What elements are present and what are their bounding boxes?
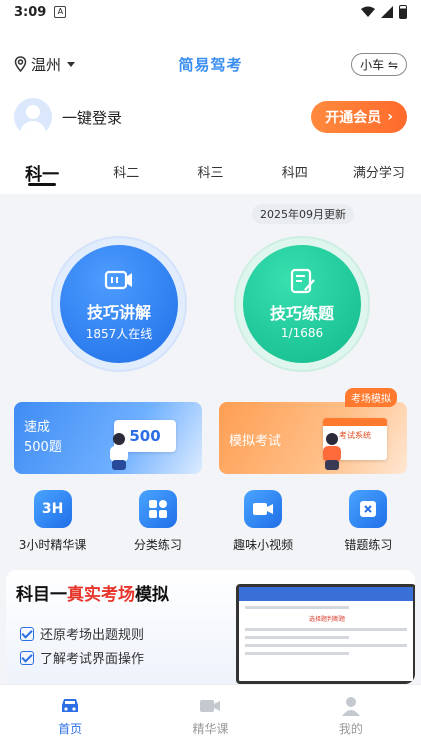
- promo-line-1-text: 还原考场出题规则: [40, 628, 145, 643]
- checkbox-icon: [20, 650, 34, 665]
- nav-essence-label: 精华课: [192, 722, 229, 736]
- fun-videos-label: 趣味小视频: [233, 538, 294, 552]
- location-label: 温州: [31, 55, 62, 74]
- update-badge: 2025年09月更新: [252, 204, 354, 224]
- one-click-login[interactable]: 一键登录: [62, 107, 122, 128]
- screen-row: [245, 652, 350, 655]
- video-icon: [200, 700, 221, 712]
- fun-videos[interactable]: 趣味小视频: [211, 490, 316, 554]
- examinee-illustration-icon: [323, 433, 341, 470]
- wrong-questions-label: 错题练习: [344, 538, 393, 552]
- video-icon: [104, 270, 132, 289]
- essence-course-label: 3小时精华课: [18, 538, 87, 552]
- grid-icon: [138, 490, 177, 528]
- essence-course-3h[interactable]: 3H 3小时精华课: [0, 490, 105, 554]
- student-illustration-icon: [110, 433, 128, 470]
- exam-screen-preview: 选择题判断题: [236, 584, 415, 684]
- promo-line-2-text: 了解考试界面操作: [40, 652, 145, 667]
- subject-tabs: 科一 科二 科三 科四 满分学习: [0, 156, 421, 192]
- notepad-edit-icon: [290, 268, 315, 294]
- quick-actions: 3H 3小时精华课 分类练习 趣味小视频 错题练习: [0, 490, 421, 554]
- screen-row: [245, 644, 407, 647]
- tab-subject-4[interactable]: 科四: [253, 156, 337, 192]
- screen-row: [245, 628, 407, 631]
- tab-subject-1[interactable]: 科一: [0, 156, 84, 192]
- quick-500-banner[interactable]: 速成 500题 500: [14, 402, 202, 474]
- quick-banner-line1: 速成: [24, 420, 51, 435]
- skills-lecture-circle: 技巧讲解 1857人在线: [60, 245, 178, 363]
- vip-button-label: 开通会员: [325, 110, 382, 126]
- chevron-down-icon: [67, 61, 76, 67]
- tab-subject-2[interactable]: 科二: [84, 156, 168, 192]
- car-icon: [62, 699, 79, 712]
- location-selector[interactable]: 温州: [14, 54, 76, 75]
- nav-profile-label: 我的: [338, 722, 363, 736]
- avatar[interactable]: [14, 98, 52, 136]
- battery-icon: [399, 5, 407, 19]
- promo-line-1: 还原考场出题规则: [20, 624, 144, 643]
- screen-hint: 选择题判断题: [309, 616, 346, 623]
- quick-banner-line2: 500题: [24, 440, 62, 455]
- wrong-answers-icon: [349, 490, 388, 528]
- tab-subject-3[interactable]: 科三: [168, 156, 252, 192]
- header: 温州 简易驾考 小车 ⇋: [0, 48, 421, 80]
- screen-row: [245, 606, 350, 609]
- category-practice[interactable]: 分类练习: [105, 490, 210, 554]
- signal-icon: [381, 6, 393, 18]
- category-practice-label: 分类练习: [133, 538, 182, 552]
- status-bar: 3:09 A: [0, 0, 421, 24]
- screen-header: [239, 587, 413, 601]
- promo-title: 科目一真实考场模拟: [16, 580, 169, 605]
- screen-row: [245, 636, 350, 639]
- location-pin-icon: [14, 56, 27, 72]
- wifi-icon: [361, 6, 375, 17]
- wrong-questions[interactable]: 错题练习: [316, 490, 421, 554]
- checkbox-icon: [20, 626, 34, 641]
- mock-exam-banner[interactable]: 考场模拟 模拟考试 考试系统: [219, 388, 407, 474]
- mock-banner-body: 模拟考试 考试系统: [219, 402, 407, 474]
- nav-profile[interactable]: 我的: [281, 685, 421, 748]
- skills-lecture-online: 1857人在线: [85, 326, 153, 341]
- promo-title-highlight: 真实考场: [67, 585, 135, 605]
- monitor-header: [323, 418, 387, 426]
- promo-title-post: 模拟: [135, 585, 169, 605]
- nav-essence[interactable]: 精华课: [140, 685, 280, 748]
- skills-practice-title: 技巧练题: [269, 304, 334, 323]
- skills-practice-circle: 技巧练题 1/1686: [243, 245, 361, 363]
- vehicle-type-switch[interactable]: 小车 ⇋: [351, 52, 407, 76]
- skills-lecture-title: 技巧讲解: [86, 302, 151, 322]
- login-row: 一键登录 开通会员 ›: [14, 96, 407, 138]
- nav-home[interactable]: 首页: [0, 685, 140, 748]
- chevron-right-icon: ›: [387, 109, 393, 125]
- tab-full-score[interactable]: 满分学习: [337, 156, 421, 192]
- mock-banner-label: 模拟考试: [229, 434, 282, 449]
- video-camera-icon: [244, 490, 283, 528]
- 3h-course-icon: 3H: [33, 490, 72, 528]
- user-icon: [341, 697, 360, 716]
- main-content: 2025年09月更新 技巧讲解 1857人在线 技巧练题 1/1686 速成 5…: [0, 194, 421, 684]
- status-icons: [361, 5, 407, 19]
- nav-home-label: 首页: [58, 722, 83, 736]
- open-vip-button[interactable]: 开通会员 ›: [311, 101, 407, 133]
- bottom-nav: 首页 精华课 我的: [0, 684, 421, 748]
- promo-title-pre: 科目一: [16, 585, 67, 605]
- promo-line-2: 了解考试界面操作: [20, 648, 144, 667]
- status-time: 3:09: [14, 4, 47, 20]
- skills-practice-progress: 1/1686: [280, 326, 324, 340]
- skills-practice-button[interactable]: 技巧练题 1/1686: [236, 238, 368, 370]
- skills-lecture-button[interactable]: 技巧讲解 1857人在线: [53, 238, 185, 370]
- real-exam-promo[interactable]: 科目一真实考场模拟 还原考场出题规则 了解考试界面操作 选择题判断题: [6, 570, 415, 684]
- notification-icon: A: [54, 6, 67, 18]
